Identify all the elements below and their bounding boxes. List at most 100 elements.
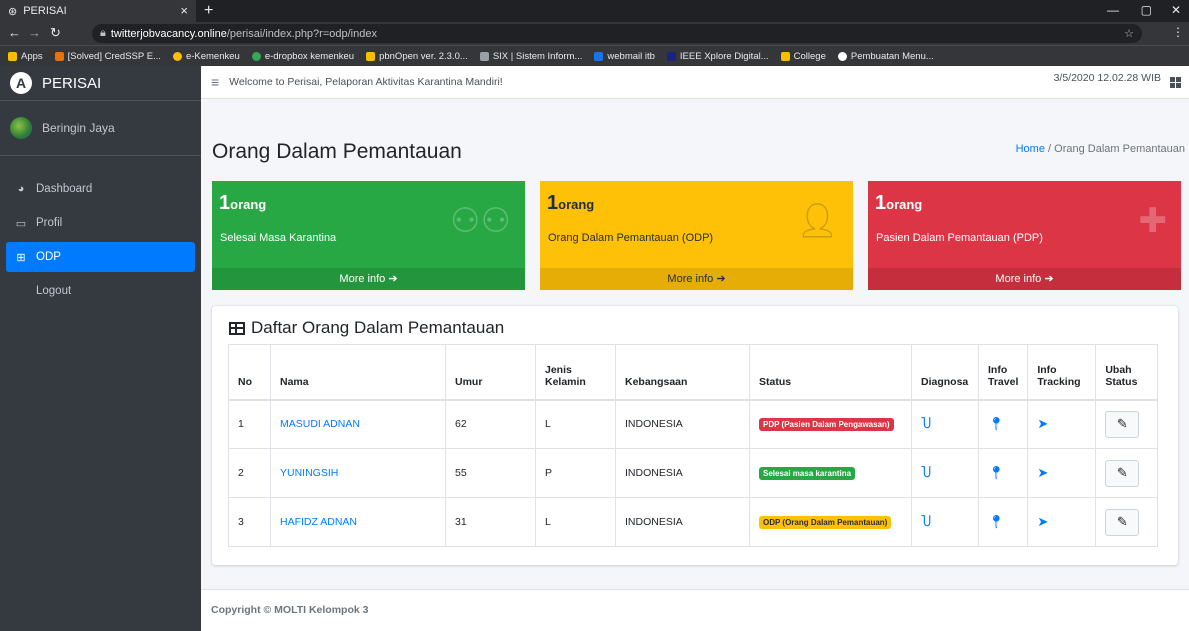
odp-table: No Nama Umur Jenis Kelamin Kebangsaan St… [228, 344, 1158, 547]
arrow-circle-right-icon: ➔ [388, 273, 398, 285]
reload-icon[interactable]: ↻ [50, 25, 61, 41]
maximize-icon[interactable]: ▢ [1141, 3, 1152, 17]
location-arrow-icon[interactable]: ➤ [1037, 514, 1048, 529]
browser-menu-icon[interactable]: ⋮ [1172, 25, 1184, 39]
table-header-row: No Nama Umur Jenis Kelamin Kebangsaan St… [228, 344, 1158, 401]
datetime: 3/5/2020 12.02.28 WIB [1053, 72, 1161, 84]
folder-icon [780, 51, 790, 61]
col-header: Nama [270, 344, 446, 401]
browser-tab[interactable]: ⊛ PERISAI × [0, 0, 196, 22]
stethoscope-icon[interactable]: Ⴎ [921, 416, 931, 431]
bookmark-item[interactable]: e-Kemenkeu [172, 51, 240, 62]
window-close-icon[interactable]: ✕ [1171, 3, 1181, 17]
avatar [10, 117, 32, 139]
box-label: Orang Dalam Pemantauan (ODP) [548, 232, 714, 244]
breadcrumb: Home / Orang Dalam Pemantauan [1015, 143, 1185, 155]
bookmark-item[interactable]: College [780, 51, 826, 62]
edit-icon: ✎ [1116, 465, 1128, 480]
bookmark-item[interactable]: IEEE Xplore Digital... [666, 51, 769, 62]
bookmark-icon [251, 51, 261, 61]
browser-toolbar: ← → ↻ 🔒︎ twitterjobvacancy.online/perisa… [0, 22, 1189, 45]
breadcrumb-home[interactable]: Home [1016, 143, 1045, 155]
col-header: Jenis Kelamin [535, 344, 616, 401]
grid-icon[interactable] [1170, 77, 1181, 88]
perisai-logo-icon: A [10, 72, 32, 94]
lock-icon: 🔒︎ [100, 27, 106, 39]
status-badge: Selesai masa karantina [759, 466, 856, 480]
table-row: 2 YUNINGSIH 55 P INDONESIA Selesai masa … [228, 448, 1158, 498]
map-pin-icon[interactable]: 📍︎ [988, 514, 1005, 529]
box-count: 1 [547, 192, 559, 214]
status-badge: ODP (Orang Dalam Pemantauan) [759, 515, 892, 529]
tab-title: PERISAI [23, 5, 67, 17]
sidebar-item-odp[interactable]: ⊞ ODP [6, 242, 195, 272]
table-row: 1 MASUDI ADNAN 62 L INDONESIA PDP (Pasie… [228, 399, 1158, 449]
bookmark-item[interactable]: SIX | Sistem Inform... [479, 51, 582, 62]
minimize-icon[interactable]: — [1107, 3, 1119, 17]
col-header: Status [749, 344, 912, 401]
bookmark-icon [666, 51, 676, 61]
patient-name-link[interactable]: HAFIDZ ADNAN [280, 516, 357, 528]
sidebar-item-logout[interactable]: Logout [6, 276, 195, 306]
status-badge: PDP (Pasien Dalam Pengawasan) [759, 417, 894, 431]
welcome-text: Welcome to Perisai, Pelaporan Aktivitas … [229, 76, 503, 88]
bookmark-item[interactable]: Pembuatan Menu... [837, 51, 934, 62]
address-bar[interactable]: 🔒︎ twitterjobvacancy.online/perisai/inde… [92, 24, 1142, 43]
small-box-selesai: 1orang Selesai Masa Karantina ⚇⚇ More in… [212, 181, 525, 290]
star-icon[interactable]: ☆ [1124, 27, 1134, 40]
bookmark-icon [172, 51, 182, 61]
stethoscope-icon[interactable]: Ⴎ [921, 514, 931, 529]
box-count: 1 [875, 192, 887, 214]
more-info-link[interactable]: More info ➔ [540, 268, 853, 290]
forward-icon[interactable]: → [28, 25, 41, 40]
edit-status-button[interactable]: ✎ [1105, 508, 1140, 536]
patient-name-link[interactable]: MASUDI ADNAN [280, 418, 360, 430]
col-header: Info Travel [977, 344, 1029, 401]
dashboard-icon: ◕ [17, 183, 25, 195]
stethoscope-icon[interactable]: Ⴎ [921, 465, 931, 480]
apps-icon [8, 51, 17, 61]
user-panel[interactable]: Beringin Jaya [0, 101, 201, 156]
bookmark-icon [479, 51, 489, 61]
map-pin-icon[interactable]: 📍︎ [988, 465, 1005, 480]
edit-status-button[interactable]: ✎ [1105, 410, 1140, 438]
page-title: Orang Dalam Pemantauan [212, 140, 462, 163]
box-unit: orang [558, 197, 595, 212]
brand-link[interactable]: A PERISAI [0, 66, 201, 101]
edit-status-button[interactable]: ✎ [1105, 459, 1140, 487]
card-title: Daftar Orang Dalam Pemantauan [229, 318, 504, 338]
close-tab-icon[interactable]: × [180, 3, 188, 18]
bookmark-item[interactable]: webmail itb [594, 51, 655, 62]
new-tab-icon[interactable]: + [204, 2, 213, 20]
user-plus-icon: 👤︎ [795, 202, 839, 240]
sidebar-item-profil[interactable]: ▭ Profil [6, 208, 195, 238]
top-navbar: ≡ Welcome to Perisai, Pelaporan Aktivita… [201, 66, 1189, 99]
main-content: Orang Dalam Pemantauan Home / Orang Dala… [201, 99, 1189, 631]
table-row: 3 HAFIDZ ADNAN 31 L INDONESIA ODP (Orang… [228, 497, 1158, 547]
github-icon [837, 51, 847, 61]
arrow-circle-right-icon: ➔ [716, 273, 726, 285]
bookmark-item[interactable]: Apps [8, 51, 43, 62]
bookmark-item[interactable]: pbnOpen ver. 2.3.0... [366, 51, 468, 62]
sidebar-item-dashboard[interactable]: ◕ Dashboard [6, 174, 195, 204]
col-header: Diagnosa [911, 344, 979, 401]
copyright-text: Copyright © MOLTI Kelompok 3 [211, 604, 369, 616]
box-label: Pasien Dalam Pemantauan (PDP) [876, 232, 1043, 244]
medkit-icon: ✚ [1138, 202, 1168, 240]
bookmark-item[interactable]: e-dropbox kemenkeu [251, 51, 354, 62]
back-icon[interactable]: ← [8, 25, 21, 40]
table-icon: ⊞ [16, 251, 26, 264]
patient-name-link[interactable]: YUNINGSIH [280, 467, 338, 479]
location-arrow-icon[interactable]: ➤ [1037, 416, 1048, 431]
users-icon: ⚇⚇ [450, 202, 511, 240]
profile-card-icon: ▭ [15, 217, 27, 230]
more-info-link[interactable]: More info ➔ [212, 268, 525, 290]
bookmark-item[interactable]: [Solved] CredSSP E... [54, 51, 161, 62]
box-unit: orang [886, 197, 923, 212]
sidebar: A PERISAI Beringin Jaya ◕ Dashboard ▭ Prof… [0, 66, 201, 631]
more-info-link[interactable]: More info ➔ [868, 268, 1181, 290]
location-arrow-icon[interactable]: ➤ [1037, 465, 1048, 480]
col-header: Ubah Status [1095, 344, 1158, 401]
map-pin-icon[interactable]: 📍︎ [988, 416, 1005, 431]
hamburger-menu-icon[interactable]: ≡ [211, 74, 219, 90]
